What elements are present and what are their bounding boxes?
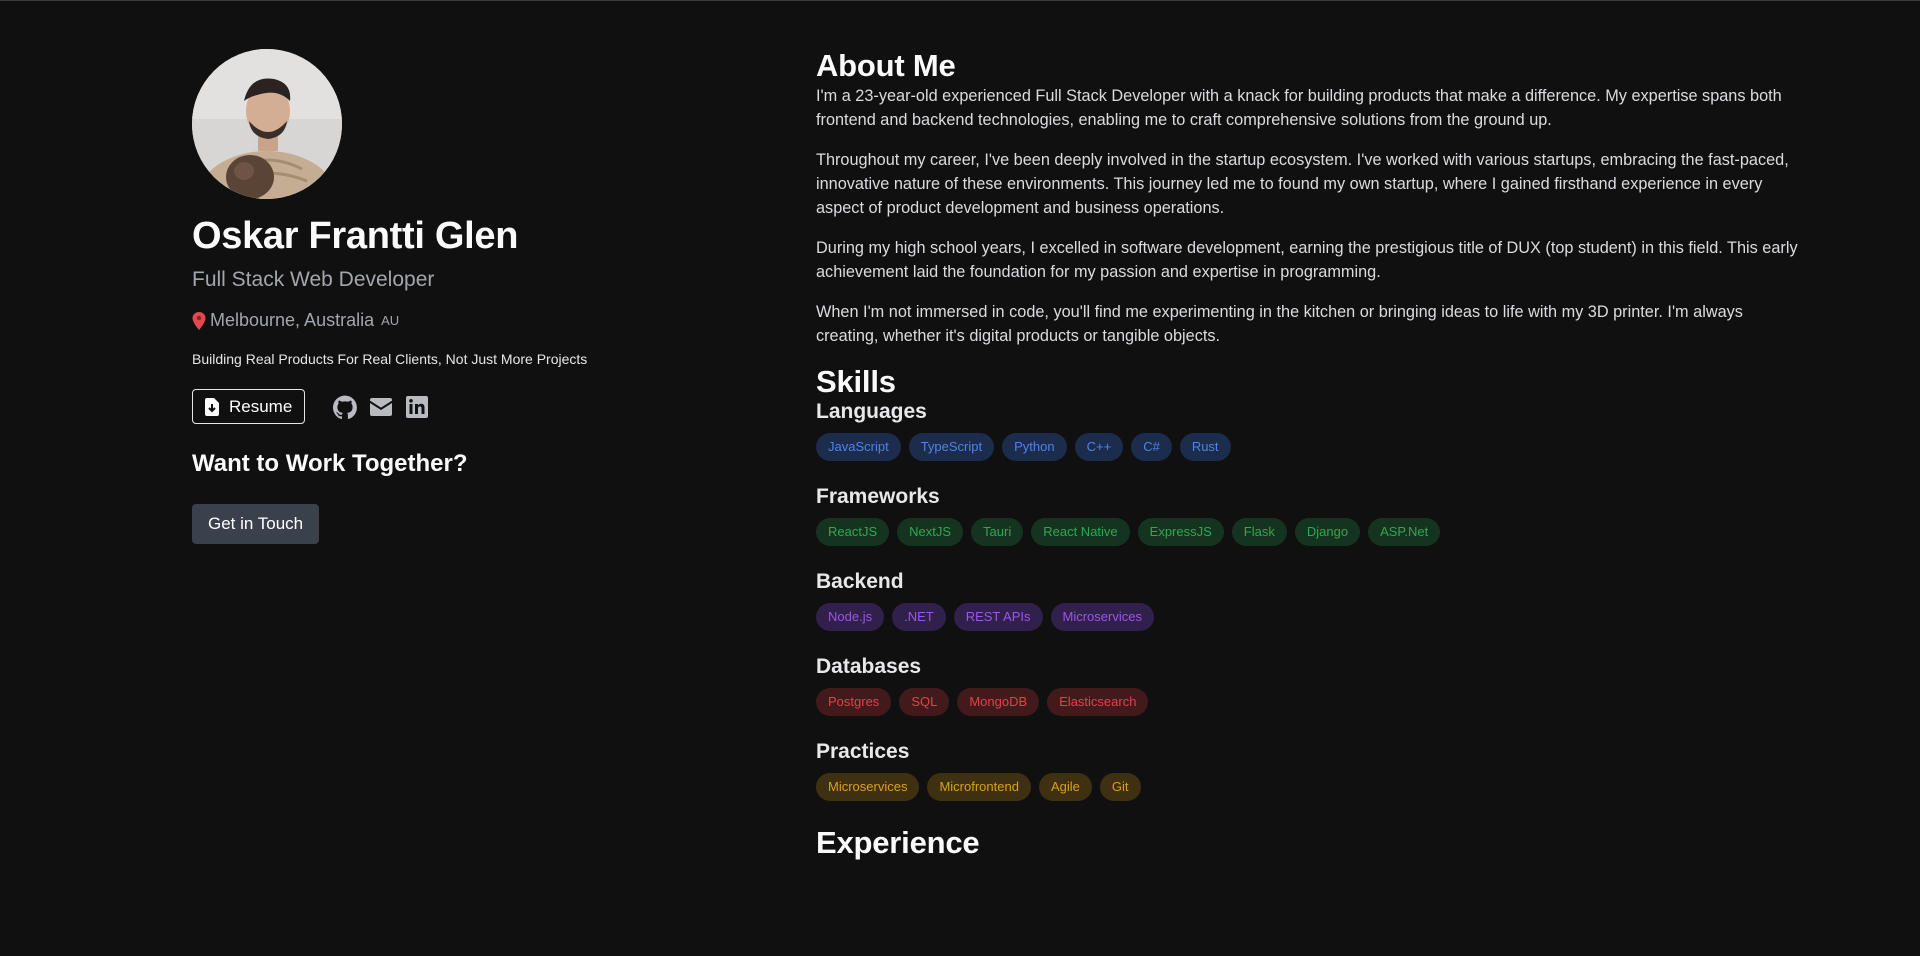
skill-chip: Rust [1179, 433, 1231, 461]
get-in-touch-button[interactable]: Get in Touch [192, 504, 320, 544]
skill-chip: Microservices [816, 773, 920, 801]
mail-icon[interactable] [369, 395, 393, 419]
skill-chip: NextJS [897, 518, 964, 546]
skill-chip: Flask [1231, 518, 1287, 546]
skill-chip: TypeScript [908, 433, 995, 461]
skill-chip: Microfrontend [927, 773, 1031, 801]
profile-actions: Resume [192, 389, 752, 424]
skill-chip: ExpressJS [1137, 518, 1224, 546]
avatar-photo [192, 49, 342, 199]
skill-chip: Microservices [1050, 603, 1154, 631]
resume-label: Resume [229, 396, 293, 416]
cta-title: Want to Work Together? [192, 450, 468, 477]
skill-chip: React Native [1031, 518, 1130, 546]
avatar [192, 49, 342, 199]
skill-chip: C# [1131, 433, 1172, 461]
skill-chip-list: Postgres SQL MongoDB Elasticsearch [816, 688, 1806, 716]
skill-chip: .NET [892, 603, 946, 631]
skill-group-title: Practices [816, 740, 910, 763]
about-paragraph: When I'm not immersed in code, you'll fi… [816, 303, 1743, 345]
skill-chip: Elasticsearch [1047, 688, 1149, 716]
about-paragraph: I'm a 23-year-old experienced Full Stack… [816, 87, 1782, 129]
skill-group-title: Backend [816, 570, 904, 593]
skill-groups: Languages JavaScript TypeScript Python C++ C#… [816, 400, 1806, 801]
skill-chip-list: ReactJS NextJS Tauri React Native ExpressJS F… [816, 518, 1806, 546]
skill-chip-list: Node.js .NET REST APIs Microservices [816, 603, 1806, 631]
main-content: About Me I'm a 23-year-old experienced F… [816, 48, 1806, 861]
skill-chip: REST APIs [953, 603, 1043, 631]
skill-chip: Agile [1038, 773, 1092, 801]
linkedin-icon[interactable] [405, 395, 429, 419]
profile-role: Full Stack Web Developer [192, 268, 435, 291]
skills-title: Skills [816, 364, 896, 399]
skill-chip: ASP.Net [1368, 518, 1441, 546]
about-paragraph: Throughout my career, I've been deeply i… [816, 151, 1789, 217]
skill-group-title: Frameworks [816, 485, 940, 508]
profile-tagline: Building Real Products For Real Clients,… [192, 351, 588, 367]
about-paragraph: During my high school years, I excelled … [816, 239, 1798, 281]
file-download-icon [205, 397, 219, 416]
skill-chip: JavaScript [816, 433, 901, 461]
experience-title: Experience [816, 825, 980, 860]
skill-chip: Node.js [816, 603, 885, 631]
skill-chip: ReactJS [816, 518, 890, 546]
skill-group-title: Databases [816, 655, 922, 678]
skill-chip: Postgres [816, 688, 892, 716]
profile-location: Melbourne, Australia AU [192, 310, 752, 331]
resume-button[interactable]: Resume [192, 389, 306, 424]
skill-chip: C++ [1074, 433, 1124, 461]
github-icon[interactable] [333, 395, 358, 419]
skill-chip: SQL [899, 688, 950, 716]
skill-group-title: Languages [816, 400, 927, 423]
location-pin-icon [192, 311, 206, 330]
about-title: About Me [816, 48, 956, 83]
profile-name: Oskar Frantti Glen [192, 215, 519, 257]
skill-chip: Tauri [971, 518, 1024, 546]
skill-chip-list: JavaScript TypeScript Python C++ C# Rust [816, 433, 1806, 461]
country-code: AU [381, 313, 400, 328]
skill-chip-list: Microservices Microfrontend Agile Git [816, 773, 1806, 801]
skill-chip: Git [1099, 773, 1141, 801]
skill-chip: MongoDB [957, 688, 1040, 716]
page: Oskar Frantti Glen Full Stack Web Develo… [0, 0, 1920, 956]
profile-sidebar: Oskar Frantti Glen Full Stack Web Develo… [192, 49, 752, 544]
location-text: Melbourne, Australia [210, 310, 375, 330]
top-divider [0, 0, 1920, 1]
social-links [333, 395, 429, 419]
skill-chip: Python [1002, 433, 1067, 461]
skill-chip: Django [1294, 518, 1361, 546]
